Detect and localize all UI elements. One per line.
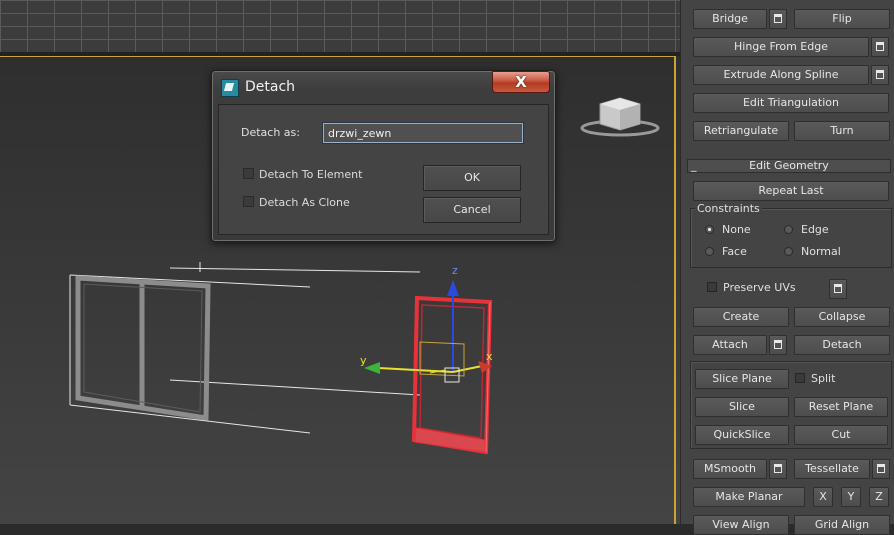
reset-plane-button[interactable]: Reset Plane [794,397,888,417]
planar-y-button[interactable]: Y [841,487,861,507]
radio-icon [784,247,793,256]
constraint-none-radio[interactable]: None [705,224,751,236]
bridge-settings-button[interactable] [769,9,787,29]
attach-button[interactable]: Attach [693,335,767,355]
detach-dialog: Detach X Detach as: Detach To Element De… [211,70,556,242]
settings-box-icon [876,42,884,51]
command-panel: Bridge Flip Hinge From Edge Extrude Alon… [680,0,894,535]
radio-selected-icon [705,225,714,234]
tessellate-settings-button[interactable] [872,459,890,479]
msmooth-button[interactable]: MSmooth [693,459,767,479]
dialog-body: Detach as: Detach To Element Detach As C… [218,104,549,235]
retriangulate-button[interactable]: Retriangulate [693,121,789,141]
checkbox-icon [243,168,254,179]
ok-button[interactable]: OK [423,165,521,191]
cut-button[interactable]: Cut [794,425,888,445]
view-align-button[interactable]: View Align [693,515,789,535]
split-checkbox[interactable]: Split [795,373,835,385]
constraint-normal-radio[interactable]: Normal [784,246,841,258]
settings-box-icon [774,340,782,349]
planar-x-button[interactable]: X [813,487,833,507]
edit-geometry-rollout-header[interactable]: _ Edit Geometry [687,159,891,173]
extrude-spline-settings-button[interactable] [871,65,889,85]
axis-x-label: x [486,350,493,363]
radio-icon [784,225,793,234]
detach-button[interactable]: Detach [794,335,890,355]
checkbox-icon [795,373,805,383]
detach-to-element-checkbox[interactable]: Detach To Element [243,168,362,181]
app-logo-icon [221,79,239,97]
rollout-collapse-icon: _ [691,159,697,172]
hinge-from-edge-button[interactable]: Hinge From Edge [693,37,869,57]
checkbox-icon [707,282,717,292]
dialog-title: Detach [245,79,296,95]
constraint-edge-radio[interactable]: Edge [784,224,829,236]
radio-icon [705,247,714,256]
constraints-group [690,208,892,268]
preserve-uvs-checkbox[interactable]: Preserve UVs [707,282,796,294]
detach-as-label: Detach as: [241,126,300,139]
cancel-button[interactable]: Cancel [423,197,521,223]
settings-box-icon [876,70,884,79]
axis-z-label: z [452,264,458,277]
window-object[interactable] [69,262,421,434]
viewcube-icon[interactable] [580,97,660,137]
extrude-along-spline-button[interactable]: Extrude Along Spline [693,65,869,85]
settings-box-icon [774,14,782,23]
planar-z-button[interactable]: Z [869,487,889,507]
edit-triangulation-button[interactable]: Edit Triangulation [693,93,889,113]
close-button[interactable]: X [492,71,550,93]
grid-align-button[interactable]: Grid Align [794,515,890,535]
bridge-button[interactable]: Bridge [693,9,767,29]
slice-button[interactable]: Slice [695,397,789,417]
settings-box-icon [877,464,885,473]
hinge-settings-button[interactable] [871,37,889,57]
detach-as-clone-checkbox[interactable]: Detach As Clone [243,196,350,209]
settings-box-icon [774,464,782,473]
detach-as-input[interactable] [322,122,524,144]
constraint-face-radio[interactable]: Face [705,246,747,258]
constraints-title: Constraints [695,202,762,215]
turn-button[interactable]: Turn [794,121,890,141]
attach-settings-button[interactable] [769,335,787,355]
rollout-title: Edit Geometry [749,159,829,172]
move-gizmo[interactable]: z y x [360,264,493,383]
make-planar-button[interactable]: Make Planar [693,487,805,507]
tessellate-button[interactable]: Tessellate [794,459,870,479]
preserve-uvs-settings-button[interactable] [829,279,847,299]
settings-box-icon [834,284,842,293]
quickslice-button[interactable]: QuickSlice [695,425,789,445]
create-button[interactable]: Create [693,307,789,327]
checkbox-icon [243,196,254,207]
msmooth-settings-button[interactable] [769,459,787,479]
flip-button[interactable]: Flip [794,9,890,29]
axis-y-label: y [360,354,367,367]
slice-plane-button[interactable]: Slice Plane [695,369,789,389]
repeat-last-button[interactable]: Repeat Last [693,181,889,201]
collapse-button[interactable]: Collapse [794,307,890,327]
